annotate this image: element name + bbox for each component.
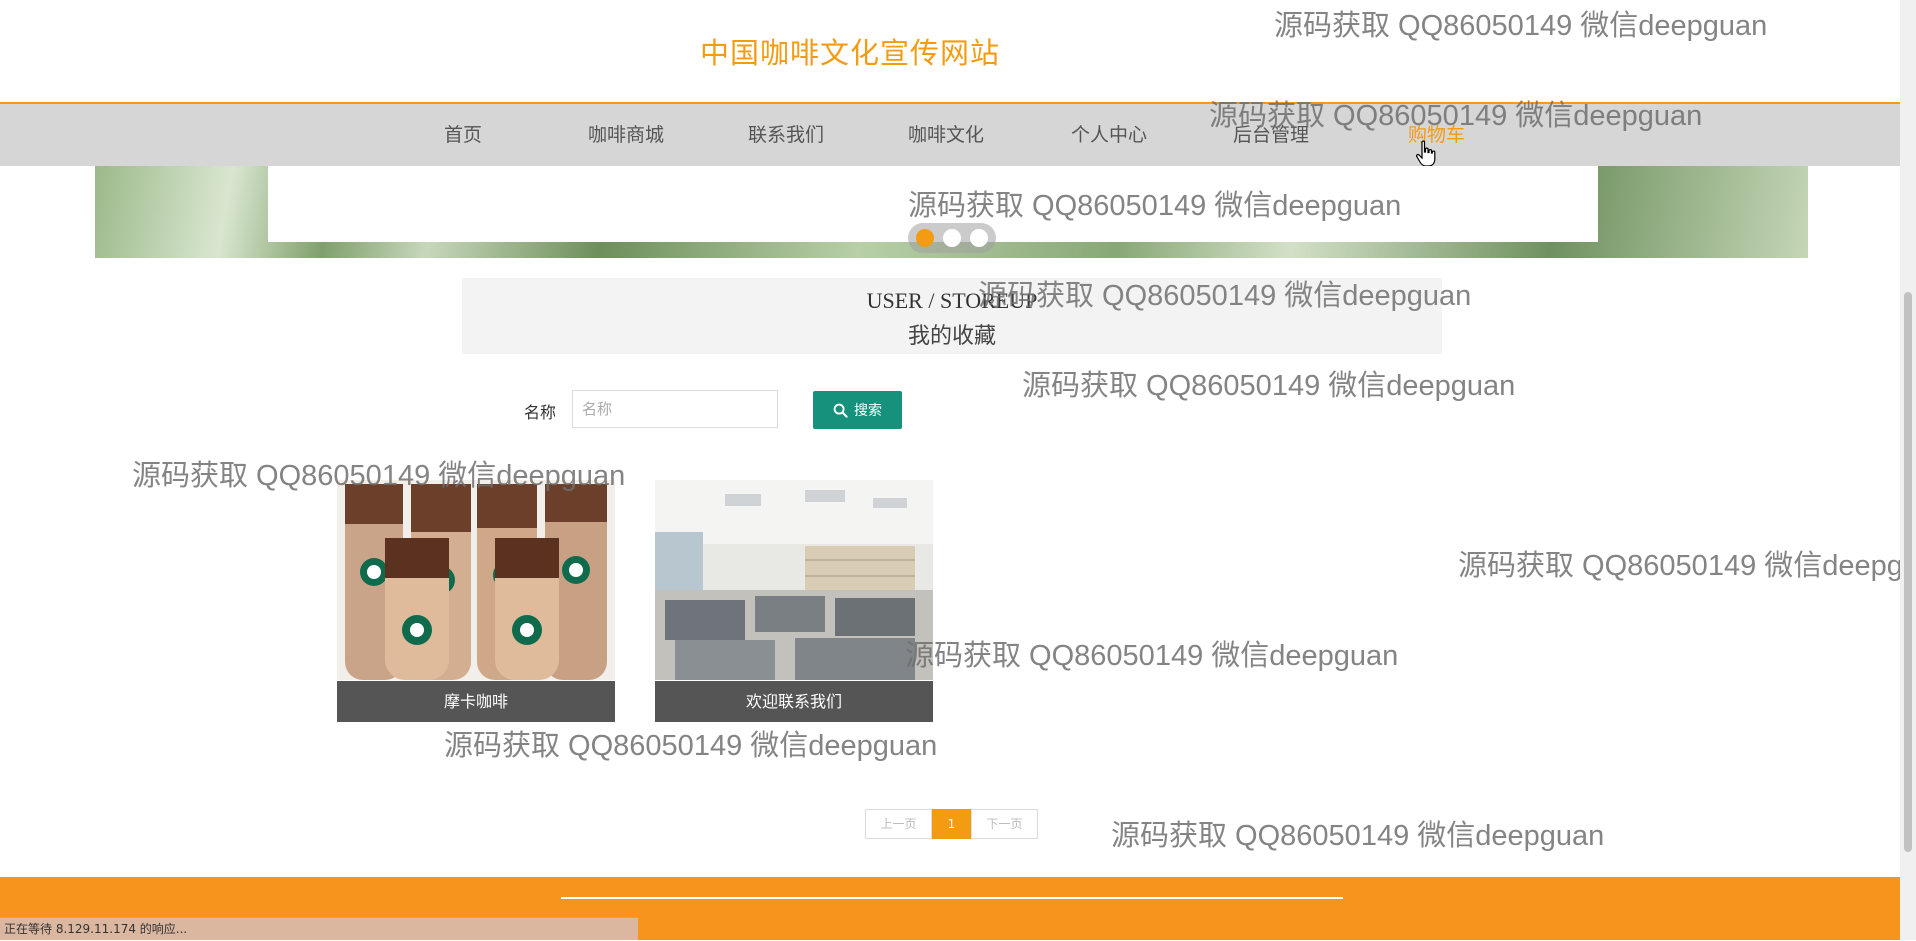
- carousel-dot-2[interactable]: [943, 229, 961, 247]
- watermark-text: 源码获取 QQ86050149 微信deepguan: [444, 730, 938, 762]
- watermark-text: 源码获取 QQ86050149 微信deepguan: [1022, 370, 1516, 402]
- section-title-cn: 我的收藏: [907, 324, 996, 349]
- search-button-label: 搜索: [854, 402, 882, 418]
- office-image: [655, 480, 933, 680]
- pagination-prev[interactable]: 上一页: [865, 809, 932, 839]
- browser-status-bar: 正在等待 8.129.11.174 的响应...: [0, 917, 638, 940]
- footer-divider: [561, 897, 1343, 899]
- nav-item-coffee-culture[interactable]: 咖啡文化: [908, 104, 984, 166]
- nav-item-contact-us[interactable]: 联系我们: [748, 104, 824, 166]
- main-nav: 首页 咖啡商城 联系我们 咖啡文化 个人中心 后台管理 购物车: [0, 104, 1900, 166]
- page-scrollbar[interactable]: [1900, 0, 1916, 940]
- search-label: 名称: [524, 403, 557, 422]
- favorite-card[interactable]: 欢迎联系我们: [655, 480, 933, 722]
- card-caption: 摩卡咖啡: [337, 681, 615, 722]
- site-header: 中国咖啡文化宣传网站: [0, 0, 1900, 104]
- search-input[interactable]: [572, 390, 778, 428]
- nav-item-home[interactable]: 首页: [444, 104, 482, 166]
- section-heading: USER / STOREUP 我的收藏: [462, 278, 1442, 354]
- hand-cursor-icon: [1416, 140, 1436, 167]
- favorite-card[interactable]: 摩卡咖啡: [337, 480, 615, 722]
- search-icon: [833, 403, 848, 418]
- watermark-text: 源码获取 QQ86050149 微信deepguan: [1458, 550, 1900, 582]
- carousel-dot-1[interactable]: [916, 229, 934, 247]
- search-button[interactable]: 搜索: [813, 391, 902, 429]
- watermark-text: 源码获取 QQ86050149 微信deepguan: [1111, 820, 1605, 852]
- pagination-page-1[interactable]: 1: [932, 809, 971, 839]
- scrollbar-thumb[interactable]: [1904, 292, 1912, 852]
- carousel-dot-3[interactable]: [970, 229, 988, 247]
- nav-item-personal-center[interactable]: 个人中心: [1071, 104, 1147, 166]
- nav-item-coffee-shop[interactable]: 咖啡商城: [588, 104, 664, 166]
- pagination-next[interactable]: 下一页: [971, 809, 1038, 839]
- watermark-text: 源码获取 QQ86050149 微信deepguan: [905, 640, 1399, 672]
- card-caption: 欢迎联系我们: [655, 681, 933, 722]
- section-title-en: USER / STOREUP: [866, 288, 1038, 313]
- nav-item-admin[interactable]: 后台管理: [1233, 104, 1309, 166]
- site-title: 中国咖啡文化宣传网站: [699, 36, 1000, 70]
- carousel-indicators: [908, 223, 996, 253]
- product-image: [337, 480, 615, 680]
